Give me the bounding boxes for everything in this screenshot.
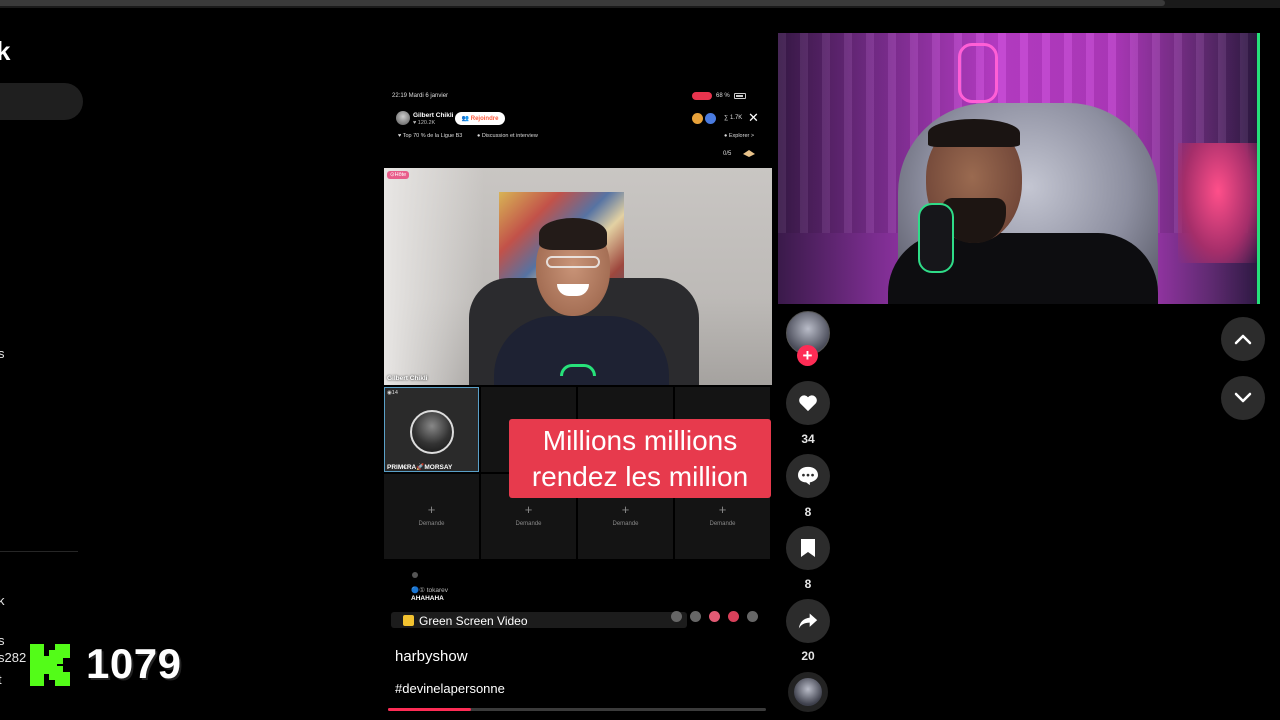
request-label: Demande	[612, 521, 639, 527]
viewer-avatar	[705, 113, 716, 124]
guest-number: ◉14	[387, 390, 398, 396]
guest-seat: ◉14 PRIM€RA🚀MORSAY	[384, 387, 479, 472]
rose-icon	[709, 611, 720, 622]
emoji-icon	[671, 611, 682, 622]
page: k s k s s282 t 1079 22:19 Mardi 6 janvie…	[0, 0, 1280, 720]
guest-avatar	[410, 410, 454, 454]
host-video: ⊙Hôte Gilbert Chikli	[384, 168, 772, 385]
guests-icon	[690, 611, 701, 622]
kick-logo-icon	[30, 644, 70, 686]
music-disc[interactable]	[788, 672, 828, 712]
viewer-avatar	[692, 113, 703, 124]
effect-icon	[403, 615, 414, 626]
battery-level: 68 %	[716, 93, 730, 99]
video-author[interactable]: harbyshow	[395, 648, 468, 665]
topic-tag: ● Discussion et interview	[477, 133, 538, 139]
browser-scrollbar[interactable]	[0, 0, 1280, 8]
status-indicators: 68 %	[692, 92, 762, 100]
previous-video-button[interactable]	[1221, 317, 1265, 361]
host-likes: ♥ 120.2K	[413, 120, 436, 126]
sidebar-item[interactable]: t	[0, 672, 2, 687]
video-hashtag[interactable]: #devinelapersonne	[395, 681, 505, 696]
share-icon	[798, 613, 818, 629]
chat-avatar	[412, 572, 418, 578]
battery-icon	[733, 93, 746, 99]
video-progress-fill	[388, 708, 472, 711]
site-logo[interactable]: k	[0, 36, 10, 67]
seat-count: 0/5	[723, 151, 732, 157]
viewer-count: ∑ 1.7K	[724, 115, 743, 121]
search-input[interactable]	[0, 83, 83, 120]
chat-username: 🔵① tokarev	[411, 587, 449, 594]
heart-icon	[799, 395, 817, 412]
viewer-avatars	[692, 113, 716, 124]
host-avatar	[396, 111, 410, 125]
next-video-button[interactable]	[1221, 376, 1265, 420]
league-tag: ♥ Top 70 % de la Ligue B3	[398, 133, 463, 139]
request-label: Demande	[418, 521, 445, 527]
phone-screen: 22:19 Mardi 6 janvier 68 % Gilbert Chikl…	[384, 88, 772, 720]
effect-label-bar[interactable]: Green Screen Video	[391, 612, 687, 628]
chevron-up-icon	[1234, 334, 1252, 345]
caption-overlay: Millions millions rendez les million	[509, 419, 771, 498]
request-seat: + Demande	[384, 474, 479, 559]
close-icon: ✕	[748, 110, 759, 125]
bookmark-icon	[801, 539, 815, 557]
scrollbar-thumb[interactable]	[0, 0, 1165, 6]
sidebar-divider	[0, 551, 78, 552]
streamer-webcam	[778, 33, 1260, 304]
status-time: 22:19 Mardi 6 janvier	[392, 93, 449, 99]
explore-link: ● Explorer >	[724, 133, 755, 139]
gift-icon	[728, 611, 739, 622]
request-label: Demande	[709, 521, 736, 527]
follower-counter: 1079	[86, 640, 182, 687]
sidebar-item[interactable]: k	[0, 593, 5, 608]
comment-icon	[798, 466, 818, 486]
share-count: 20	[801, 649, 815, 663]
bookmark-button[interactable]	[786, 526, 830, 570]
guest-name: PRIM€RA🚀MORSAY	[387, 464, 453, 471]
like-count: 34	[801, 432, 815, 446]
host-name: Gilbert Chikli	[413, 112, 454, 119]
caption-line: rendez les million	[531, 460, 749, 492]
share-icon	[747, 611, 758, 622]
plus-icon: +	[718, 502, 727, 517]
caption-line: Millions millions	[542, 424, 738, 456]
plus-icon: +	[427, 502, 436, 517]
plus-icon: +	[621, 502, 630, 517]
sidebar-item[interactable]: s	[0, 633, 5, 648]
chat-message: AHAHAHA	[411, 595, 444, 602]
video-progress[interactable]	[388, 708, 766, 711]
sidebar-item[interactable]: s	[0, 346, 5, 361]
like-button[interactable]	[786, 381, 830, 425]
host-video-name: Gilbert Chikli	[387, 375, 428, 382]
effect-label[interactable]: Green Screen Video	[419, 614, 528, 628]
follow-button[interactable]: +	[797, 345, 818, 366]
gift-icon	[743, 150, 755, 157]
comment-button[interactable]	[786, 454, 830, 498]
join-button: 👥 Rejoindre	[455, 112, 505, 125]
comment-count: 8	[804, 505, 812, 519]
chevron-down-icon	[1234, 392, 1252, 403]
bookmark-count: 8	[804, 577, 812, 591]
recording-icon	[692, 92, 712, 100]
request-label: Demande	[515, 521, 542, 527]
live-toolbar	[671, 611, 758, 622]
share-button[interactable]	[786, 599, 830, 643]
plus-icon: +	[524, 502, 533, 517]
sidebar-item[interactable]: s282	[0, 650, 26, 665]
host-badge: ⊙Hôte	[387, 171, 410, 179]
